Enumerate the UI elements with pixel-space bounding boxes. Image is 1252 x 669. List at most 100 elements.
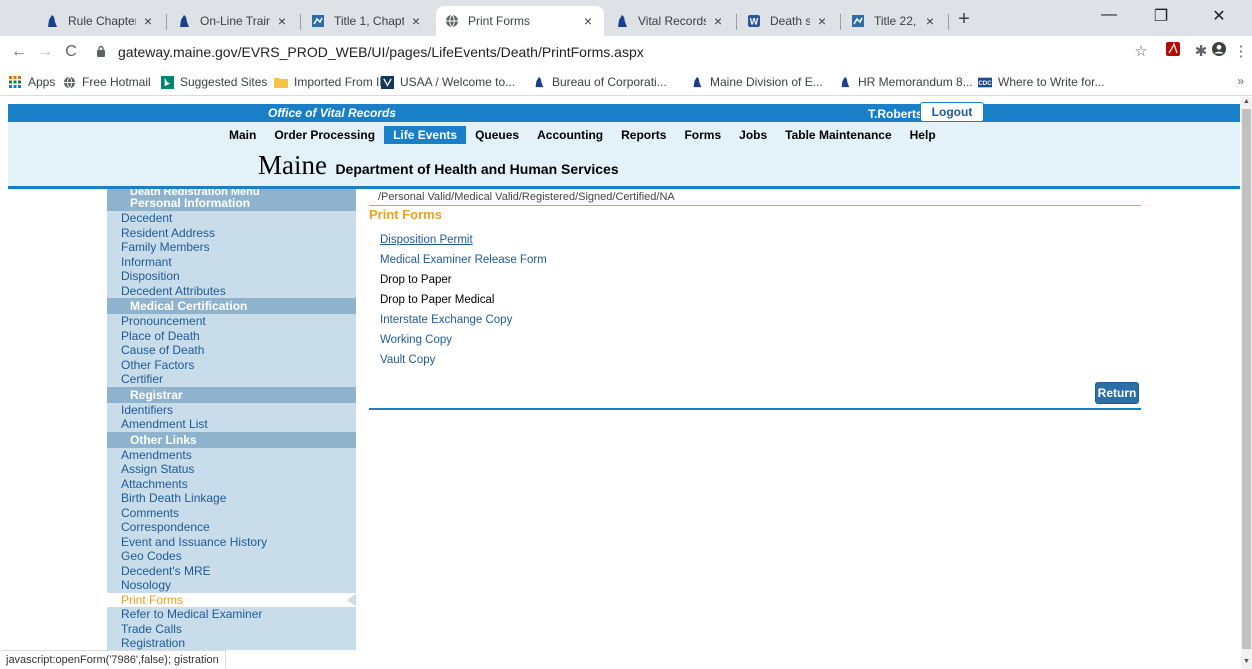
nav-table-maintenance[interactable]: Table Maintenance — [776, 126, 900, 144]
sidebar-item-identifiers[interactable]: Identifiers — [107, 403, 356, 418]
main-nav-menu: Main Order Processing Life Events Queues… — [220, 126, 945, 144]
browser-tab-7[interactable]: Title 22, §2843: Pe × — [842, 6, 946, 36]
sidebar-item-decedent-attributes[interactable]: Decedent Attributes — [107, 284, 356, 299]
bookmark-apps[interactable]: Apps — [8, 73, 55, 91]
close-tab-icon[interactable]: × — [140, 13, 156, 29]
nav-band: Main Order Processing Life Events Queues… — [8, 122, 1240, 188]
link-medical-examiner-release-form[interactable]: Medical Examiner Release Form — [380, 254, 547, 266]
close-tab-icon[interactable]: × — [922, 13, 938, 29]
bookmark-hr-memorandum[interactable]: HR Memorandum 8... — [838, 73, 973, 91]
globe-favicon — [444, 13, 460, 29]
sidebar-item-registration[interactable]: Registration — [107, 636, 356, 650]
tab-separator — [948, 14, 949, 30]
sidebar-item-informant[interactable]: Informant — [107, 255, 356, 270]
sidebar-item-amendments[interactable]: Amendments — [107, 448, 356, 463]
sidebar-item-comments[interactable]: Comments — [107, 506, 356, 521]
bookmark-maine-division[interactable]: Maine Division of E... — [690, 73, 823, 91]
maine-gov-favicon — [690, 75, 704, 89]
sidebar-item-resident-address[interactable]: Resident Address — [107, 226, 356, 241]
bookmarks-overflow-chevron[interactable]: » — [1237, 74, 1244, 88]
lock-icon — [96, 45, 110, 60]
sidebar-item-decedents-mre[interactable]: Decedent's MRE — [107, 564, 356, 579]
close-tab-icon[interactable]: × — [408, 13, 424, 29]
address-bar[interactable]: gateway.maine.gov/EVRS_PROD_WEB/UI/pages… — [96, 40, 1106, 64]
sidebar-item-attachments[interactable]: Attachments — [107, 477, 356, 492]
bookmark-usaa[interactable]: USAA / Welcome to... — [380, 73, 515, 91]
close-tab-icon[interactable]: × — [710, 13, 726, 29]
svg-text:W: W — [750, 17, 759, 27]
nav-accounting[interactable]: Accounting — [528, 126, 612, 144]
nav-life-events[interactable]: Life Events — [384, 126, 467, 144]
sidebar-item-correspondence[interactable]: Correspondence — [107, 520, 356, 535]
return-button[interactable]: Return — [1095, 382, 1139, 404]
link-vault-copy[interactable]: Vault Copy — [380, 354, 435, 366]
sidebar-item-cause-of-death[interactable]: Cause of Death — [107, 343, 356, 358]
minimize-button[interactable]: — — [1086, 6, 1132, 24]
bookmark-where-to-write[interactable]: CDC Where to Write for... — [978, 73, 1104, 91]
sidebar-item-trade-calls[interactable]: Trade Calls — [107, 622, 356, 637]
sidebar-item-other-factors[interactable]: Other Factors — [107, 358, 356, 373]
sidebar-item-decedent[interactable]: Decedent — [107, 211, 356, 226]
forward-arrow-icon[interactable]: → — [34, 41, 56, 63]
apps-grid-icon — [8, 75, 22, 89]
nav-help[interactable]: Help — [901, 126, 945, 144]
browser-tab-5[interactable]: Vital Records Form × — [606, 6, 734, 36]
back-arrow-icon[interactable]: ← — [8, 41, 30, 63]
sidebar-item-print-forms[interactable]: Print Forms — [107, 592, 356, 607]
profile-avatar-icon[interactable] — [1208, 41, 1230, 63]
close-tab-icon[interactable]: × — [274, 13, 290, 29]
bookmark-free-hotmail[interactable]: Free Hotmail — [62, 73, 151, 91]
bookmark-folder-imported-from-ie[interactable]: Imported From IE — [274, 73, 387, 91]
nav-main[interactable]: Main — [220, 126, 265, 144]
sidebar-item-refer-to-medical-examiner[interactable]: Refer to Medical Examiner — [107, 607, 356, 622]
tab-separator — [736, 14, 737, 30]
sidebar-item-assign-status[interactable]: Assign Status — [107, 462, 356, 477]
sidebar-item-event-issuance-history[interactable]: Event and Issuance History — [107, 535, 356, 550]
nav-jobs[interactable]: Jobs — [730, 126, 776, 144]
sidebar-item-disposition[interactable]: Disposition — [107, 269, 356, 284]
sidebar-item-birth-death-linkage[interactable]: Birth Death Linkage — [107, 491, 356, 506]
close-tab-icon[interactable]: × — [580, 13, 596, 29]
link-working-copy[interactable]: Working Copy — [380, 334, 452, 346]
sidebar-item-pronouncement[interactable]: Pronouncement — [107, 314, 356, 329]
restore-button[interactable]: ❐ — [1138, 6, 1184, 26]
maine-gov-favicon — [614, 13, 630, 29]
page-scrollbar[interactable]: ▲ ▼ — [1241, 97, 1252, 669]
tab-separator — [840, 14, 841, 30]
window-close-button[interactable]: ✕ — [1196, 6, 1242, 26]
browser-tab-1[interactable]: Rule Chapters for × — [36, 6, 164, 36]
death-registration-sidebar: Death Registration Menu Personal Informa… — [107, 189, 356, 650]
maine-gov-favicon — [44, 13, 60, 29]
sidebar-item-nosology[interactable]: Nosology — [107, 578, 356, 593]
close-tab-icon[interactable]: × — [814, 13, 830, 29]
nav-queues[interactable]: Queues — [466, 126, 528, 144]
sidebar-item-family-members[interactable]: Family Members — [107, 240, 356, 255]
chrome-menu-icon[interactable]: ⋮ — [1230, 41, 1252, 63]
link-interstate-exchange-copy[interactable]: Interstate Exchange Copy — [380, 314, 512, 326]
nav-forms[interactable]: Forms — [675, 126, 730, 144]
browser-status-bar: javascript:openForm('7986',false); gistr… — [0, 650, 226, 669]
nav-reports[interactable]: Reports — [612, 126, 675, 144]
logout-button[interactable]: Logout — [920, 102, 984, 122]
nav-order-processing[interactable]: Order Processing — [265, 126, 384, 144]
browser-tab-strip: Rule Chapters for × On-Line Training R ×… — [0, 0, 1252, 36]
tab-separator — [166, 14, 167, 30]
bookmark-bureau-of-corporations[interactable]: Bureau of Corporati... — [532, 73, 667, 91]
sidebar-item-amendment-list[interactable]: Amendment List — [107, 417, 356, 432]
browser-tab-6[interactable]: W Death section 202 × — [738, 6, 838, 36]
scroll-up-arrow-icon[interactable]: ▲ — [1241, 97, 1252, 107]
reload-icon[interactable]: C — [60, 41, 82, 63]
browser-tab-2[interactable]: On-Line Training R × — [168, 6, 298, 36]
new-tab-button[interactable]: + — [950, 8, 978, 31]
sidebar-item-place-of-death[interactable]: Place of Death — [107, 329, 356, 344]
scroll-down-arrow-icon[interactable]: ▼ — [1241, 657, 1252, 667]
browser-tab-3[interactable]: Title 1, Chapter 1: × — [302, 6, 432, 36]
pdf-extension-icon[interactable] — [1162, 41, 1184, 63]
scrollbar-thumb[interactable] — [1242, 109, 1251, 649]
sidebar-item-geo-codes[interactable]: Geo Codes — [107, 549, 356, 564]
browser-tab-print-forms[interactable]: Print Forms × — [436, 6, 604, 36]
bookmark-suggested-sites[interactable]: Suggested Sites — [160, 73, 267, 91]
sidebar-item-certifier[interactable]: Certifier — [107, 372, 356, 387]
link-disposition-permit[interactable]: Disposition Permit — [380, 234, 473, 246]
star-bookmark-icon[interactable]: ☆ — [1130, 41, 1152, 63]
